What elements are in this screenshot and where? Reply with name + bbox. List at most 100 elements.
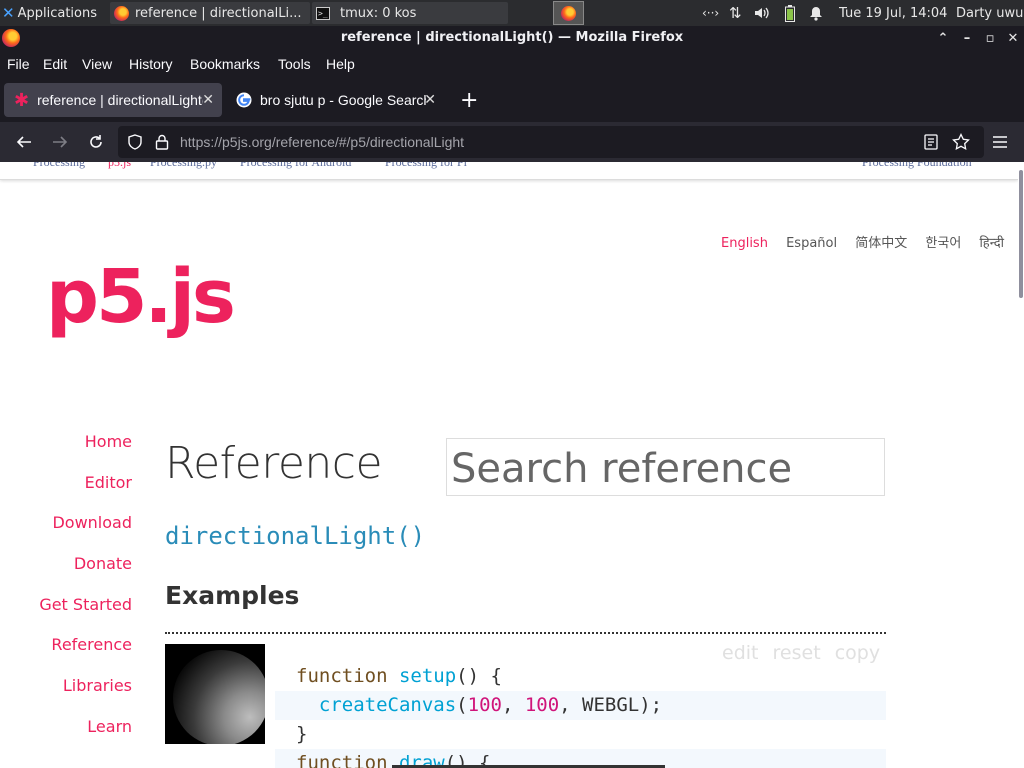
firefox-icon xyxy=(561,5,576,21)
google-icon xyxy=(236,92,252,108)
page-content: Processing p5.js Processing.py Processin… xyxy=(0,162,1018,768)
window-titlebar: reference | directionalLight() — Mozilla… xyxy=(0,26,1024,50)
forward-button[interactable] xyxy=(46,128,74,156)
link-processing-foundation[interactable]: Processing Foundation xyxy=(862,162,972,170)
nav-editor[interactable]: Editor xyxy=(0,473,132,514)
lock-icon[interactable] xyxy=(155,134,169,150)
function-name: directionalLight() xyxy=(165,522,426,550)
nav-donate[interactable]: Donate xyxy=(0,554,132,595)
applications-label: Applications xyxy=(17,5,97,21)
firefox-icon xyxy=(114,5,129,21)
workspace-switcher[interactable] xyxy=(553,1,584,25)
menu-file[interactable]: File xyxy=(7,56,30,72)
lang-korean[interactable]: 한국어 xyxy=(925,236,961,251)
taskbar-item-firefox[interactable]: reference | directionalLi... xyxy=(110,2,310,24)
processing-family-bar: Processing p5.js Processing.py Processin… xyxy=(0,162,1018,180)
nav-get-started[interactable]: Get Started xyxy=(0,595,132,636)
taskbar-item-label: tmux: 0 kos xyxy=(340,5,417,21)
window-title: reference | directionalLight() — Mozilla… xyxy=(340,30,684,45)
close-tab-icon[interactable]: ✕ xyxy=(424,91,436,108)
navigation-toolbar: https://p5js.org/reference/#/p5/directio… xyxy=(0,122,1024,162)
url-host: https://p5js.org xyxy=(180,134,272,150)
link-processing-pi[interactable]: Processing for Pi xyxy=(385,162,467,170)
menu-bookmarks[interactable]: Bookmarks xyxy=(190,56,260,72)
link-p5js[interactable]: p5.js xyxy=(108,162,131,170)
menu-tools[interactable]: Tools xyxy=(278,56,311,72)
taskbar-item-label: reference | directionalLi... xyxy=(135,5,302,21)
lang-spanish[interactable]: Español xyxy=(786,236,837,251)
transfer-icon[interactable]: ⇅ xyxy=(729,0,742,26)
terminal-icon: >_ xyxy=(316,6,330,20)
p5js-logo[interactable]: p5.js xyxy=(46,252,246,362)
nav-libraries[interactable]: Libraries xyxy=(0,676,132,717)
menu-bar: File Edit View History Bookmarks Tools H… xyxy=(0,50,1024,78)
shield-icon[interactable] xyxy=(127,134,143,150)
network-icon[interactable]: ‹··› xyxy=(702,0,719,26)
applications-menu-button[interactable]: ✕ Applications xyxy=(2,0,97,26)
window-expand-icon[interactable]: ⌃ xyxy=(933,28,953,48)
code-line: function setup() { xyxy=(296,665,502,687)
tab-label: bro sjutu p - Google Search xyxy=(260,92,426,108)
volume-icon[interactable] xyxy=(754,0,770,26)
nav-home[interactable]: Home xyxy=(0,432,132,473)
code-line: } xyxy=(296,723,308,745)
logo-text: p5.js xyxy=(46,254,233,340)
search-reference-input[interactable] xyxy=(446,438,885,496)
notification-bell-icon[interactable] xyxy=(809,0,823,26)
lang-hindi[interactable]: हिन्दी xyxy=(979,236,1004,251)
maximize-button[interactable]: ▫ xyxy=(980,28,1000,48)
scrollbar-thumb[interactable] xyxy=(1019,170,1023,298)
menu-history[interactable]: History xyxy=(129,56,173,72)
code-line: createCanvas(100, 100, WEBGL); xyxy=(275,691,886,720)
tab-google-search[interactable]: bro sjutu p - Google Search ✕ xyxy=(226,83,444,117)
edit-button[interactable]: edit xyxy=(722,642,758,664)
nav-reference[interactable]: Reference xyxy=(0,635,132,676)
p5-asterisk-icon: ✱ xyxy=(14,90,30,110)
page-scrollbar[interactable] xyxy=(1018,162,1024,768)
menu-edit[interactable]: Edit xyxy=(43,56,67,72)
back-button[interactable] xyxy=(10,128,38,156)
reset-button[interactable]: reset xyxy=(773,642,821,664)
tab-reference[interactable]: ✱ reference | directionalLight() ✕ xyxy=(4,83,222,117)
nav-learn[interactable]: Learn xyxy=(0,717,132,758)
lit-sphere xyxy=(173,650,265,744)
menu-help[interactable]: Help xyxy=(326,56,355,72)
new-tab-button[interactable]: + xyxy=(460,88,478,113)
url-bar[interactable]: https://p5js.org/reference/#/p5/directio… xyxy=(118,126,984,158)
menu-view[interactable]: View xyxy=(82,56,112,72)
hamburger-menu-icon xyxy=(993,136,1007,148)
taskbar-item-tmux[interactable]: >_ tmux: 0 kos xyxy=(312,2,508,24)
forward-arrow-icon xyxy=(53,136,68,148)
url-text[interactable]: https://p5js.org/reference/#/p5/directio… xyxy=(180,134,464,150)
desktop-panel: ✕ Applications reference | directionalLi… xyxy=(0,0,1024,26)
example-canvas-preview xyxy=(165,644,265,744)
clock[interactable]: Tue 19 Jul, 14:04 xyxy=(839,0,947,26)
language-switcher: English Español 简体中文 한국어 हिन्दी xyxy=(707,232,1004,251)
example-actions: edit reset copy xyxy=(722,642,888,664)
lang-english[interactable]: English xyxy=(721,236,768,251)
back-arrow-icon xyxy=(16,136,31,148)
page-title: Reference xyxy=(165,438,383,489)
link-processing[interactable]: Processing xyxy=(33,162,85,170)
close-tab-icon[interactable]: ✕ xyxy=(202,91,214,108)
reload-icon xyxy=(90,135,102,148)
xfce-icon: ✕ xyxy=(2,4,15,22)
link-processing-py[interactable]: Processing.py xyxy=(150,162,217,170)
examples-heading: Examples xyxy=(165,581,300,610)
battery-icon[interactable] xyxy=(785,0,795,26)
nav-download[interactable]: Download xyxy=(0,513,132,554)
close-window-button[interactable]: ✕ xyxy=(1003,28,1023,48)
example-code[interactable]: function setup() { createCanvas(100, 100… xyxy=(275,662,886,768)
app-menu-button[interactable] xyxy=(986,128,1014,156)
bookmark-star-icon[interactable] xyxy=(952,133,970,151)
examples-divider xyxy=(165,632,886,634)
side-navigation: Home Editor Download Donate Get Started … xyxy=(0,432,132,758)
lang-chinese[interactable]: 简体中文 xyxy=(855,236,907,251)
copy-button[interactable]: copy xyxy=(835,642,880,664)
reader-view-icon[interactable] xyxy=(924,134,938,150)
reload-button[interactable] xyxy=(82,128,110,156)
minimize-button[interactable]: – xyxy=(957,28,977,48)
link-processing-android[interactable]: Processing for Android xyxy=(240,162,351,170)
user-menu[interactable]: Darty uwu xyxy=(956,0,1023,26)
tab-strip: ✱ reference | directionalLight() ✕ bro s… xyxy=(0,78,1024,122)
